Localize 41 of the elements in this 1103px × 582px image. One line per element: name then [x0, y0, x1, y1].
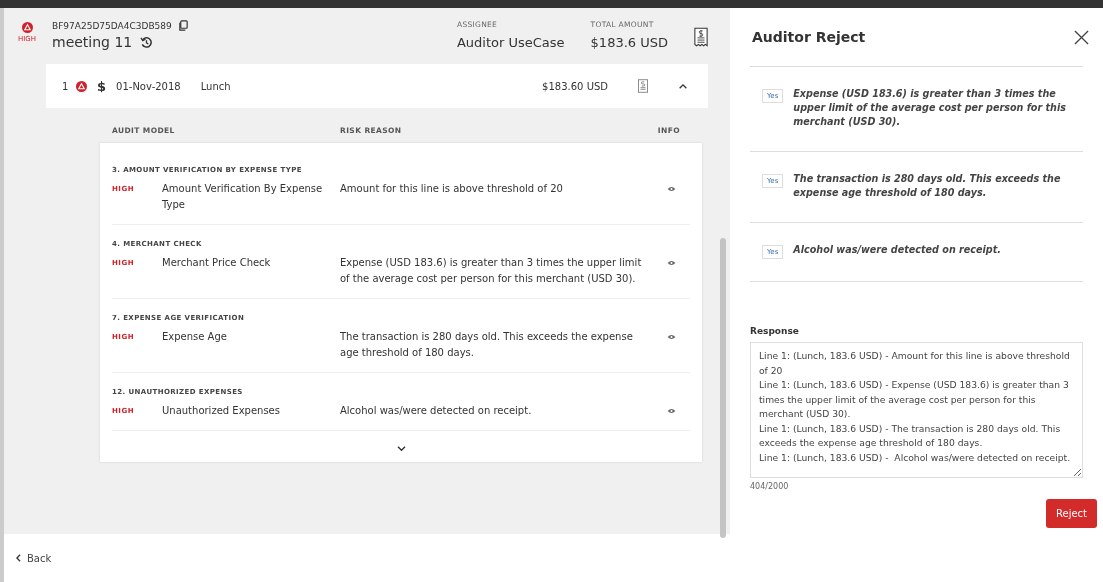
scrollbar[interactable]: [720, 238, 726, 538]
character-counter: 404/2000: [750, 482, 790, 491]
response-label: Response: [750, 326, 800, 336]
total-amount: $183.6 USD: [590, 35, 668, 50]
receipt-icon[interactable]: [694, 26, 708, 48]
line-item-card[interactable]: 1 $ 01-Nov-2018 Lunch $183.60 USD: [46, 64, 708, 108]
line-amount: $183.60 USD: [542, 80, 608, 92]
risk-reason: Expense (USD 183.6) is greater than 3 times the upper limit of the average cost per person for this merchant (USD 30).: [340, 256, 643, 286]
chevron-left-icon: [16, 554, 21, 562]
currency-symbol: $: [97, 78, 107, 94]
assignee-name: Auditor UseCase: [456, 35, 565, 50]
risk-reason: Amount for this line is above threshold of 20: [340, 182, 564, 196]
copy-icon[interactable]: [177, 20, 189, 31]
risk-reason: Alcohol was/were detected on receipt.: [340, 404, 533, 418]
audit-model: Merchant Price Check: [162, 256, 272, 270]
report-name: meeting 11: [52, 34, 133, 50]
line-number: 1: [62, 80, 70, 92]
eye-icon[interactable]: [667, 186, 676, 192]
report-id: BF97A25D75DA4C3DB589: [52, 20, 172, 31]
finding-text: Alcohol was/were detected on receipt.: [793, 243, 1001, 257]
line-category: Lunch: [200, 80, 231, 92]
risk-reason: The transaction is 280 days old. This exceeds the expense age threshold of 180 days.: [340, 330, 634, 360]
close-icon[interactable]: [1074, 29, 1089, 45]
alert-icon: [76, 80, 87, 92]
panel-title: Auditor Reject: [752, 29, 866, 45]
eye-icon[interactable]: [667, 334, 676, 340]
reject-button[interactable]: Reject: [1046, 499, 1097, 528]
line-date: 01-Nov-2018: [116, 80, 181, 92]
audit-model: Amount Verification By Expense Type: [162, 182, 324, 212]
audit-model: Unauthorized Expenses: [162, 404, 281, 418]
eye-icon[interactable]: [667, 260, 676, 266]
audit-model: Expense Age: [162, 330, 228, 344]
alert-icon: [21, 22, 33, 33]
finding-text: Expense (USD 183.6) is greater than 3 times the upper limit of the average cost per person for this merchant (USD 30).: [793, 87, 1067, 129]
response-field[interactable]: Line 1: (Lunch, 183.6 USD) - Amount for this line is above threshold of 20 Line 1: (Lunch, 183.6 USD) - Expense (USD 183.6) is greater than 3 times the upper limit of the average cost per person for this merchant (USD 30). Line 1: (Lunch, 183.6 USD) - The transaction is 280 days old. This exceeds the expense age threshold of 180 days. Line 1: (Lunch, 183.6 USD) - Alcohol was/were detected on receipt.: [750, 342, 1083, 478]
finding-text: The transaction is 280 days old. This exceeds the expense age threshold of 180 days.: [793, 172, 1062, 200]
eye-icon[interactable]: [667, 408, 676, 414]
back-button[interactable]: Back: [14, 550, 54, 566]
chevron-down-icon[interactable]: [395, 445, 407, 452]
chevron-icon[interactable]: [678, 82, 688, 90]
history-icon[interactable]: [140, 35, 154, 49]
